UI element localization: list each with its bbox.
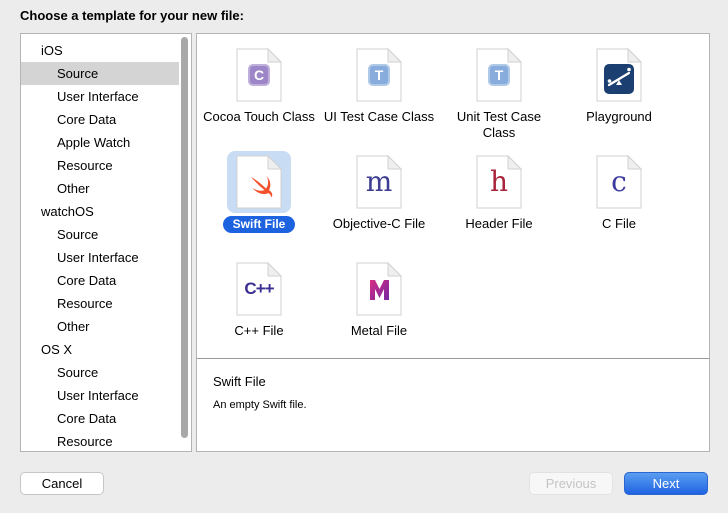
template-picker-panel: C Cocoa Touch Class T UI Test Case Class T Un… (196, 33, 710, 452)
sidebar-list: iOS Source User Interface Core Data Apple Wa… (21, 34, 191, 451)
sidebar-item-os-x-core-data[interactable]: Core Data (21, 407, 191, 430)
template-label: Playground (586, 109, 652, 124)
metal-file-icon (347, 258, 411, 320)
template-category-sidebar: iOS Source User Interface Core Data Apple Wa… (20, 33, 192, 452)
sidebar-item-watchos-source[interactable]: Source (21, 223, 191, 246)
playground-icon (587, 44, 651, 106)
sidebar-item-ios-source[interactable]: Source (21, 62, 179, 85)
sidebar-item-watchos-user-interface[interactable]: User Interface (21, 246, 191, 269)
sidebar-item-watchos-other[interactable]: Other (21, 315, 191, 338)
template-label: C++ File (234, 323, 284, 338)
ui-test-case-class-icon: T (347, 44, 411, 106)
sidebar-item-ios-core-data[interactable]: Core Data (21, 108, 191, 131)
description-body: An empty Swift file. (213, 399, 307, 411)
unit-test-case-class-icon: T (467, 44, 531, 106)
template-label: Swift File (222, 216, 296, 233)
sidebar-item-os-x-source[interactable]: Source (21, 361, 191, 384)
template-label: UI Test Case Class (323, 109, 435, 124)
template-unit-test-case-class[interactable]: T Unit Test Case Class (439, 38, 559, 145)
cancel-button[interactable]: Cancel (20, 472, 104, 495)
template-cpp-file[interactable]: C++ C++ File (199, 252, 319, 358)
sidebar-item-ios-apple-watch[interactable]: Apple Watch (21, 131, 191, 154)
sidebar-item-os-x-user-interface[interactable]: User Interface (21, 384, 191, 407)
next-button[interactable]: Next (624, 472, 708, 495)
new-file-template-dialog: Choose a template for your new file: iOS… (0, 0, 728, 513)
template-label: Cocoa Touch Class (203, 109, 315, 124)
template-label: C File (602, 216, 636, 231)
template-label: Unit Test Case Class (456, 109, 542, 140)
sidebar-item-os-x-resource[interactable]: Resource (21, 430, 191, 451)
objective-c-file-icon: m (347, 151, 411, 213)
template-objective-c-file[interactable]: m Objective-C File (319, 145, 439, 252)
template-description: Swift File An empty Swift file. (197, 358, 709, 451)
template-c-file[interactable]: c C File (559, 145, 679, 252)
template-metal-file[interactable]: Metal File (319, 252, 439, 358)
sidebar-item-watchos-resource[interactable]: Resource (21, 292, 191, 315)
template-ui-test-case-class[interactable]: T UI Test Case Class (319, 38, 439, 145)
template-header-file[interactable]: h Header File (439, 145, 559, 252)
cpp-file-icon: C++ (227, 258, 291, 320)
header-file-icon: h (467, 151, 531, 213)
sidebar-header-ios: iOS (41, 43, 63, 58)
template-label: Metal File (350, 323, 408, 338)
sidebar-header-os-x: OS X (41, 342, 73, 357)
template-swift-file[interactable]: Swift File (199, 145, 319, 252)
sidebar-item-ios-other[interactable]: Other (21, 177, 191, 200)
template-grid: C Cocoa Touch Class T UI Test Case Class T Un… (197, 34, 709, 358)
description-title: Swift File (213, 374, 266, 389)
sidebar-scrollbar-thumb[interactable] (181, 37, 188, 438)
template-cocoa-touch-class[interactable]: C Cocoa Touch Class (199, 38, 319, 145)
template-label: Header File (465, 216, 533, 231)
previous-button[interactable]: Previous (529, 472, 613, 495)
c-file-icon: c (587, 151, 651, 213)
sidebar-header-watchos: watchOS (41, 204, 94, 219)
template-label: Objective-C File (332, 216, 426, 231)
swift-file-icon (227, 151, 291, 213)
sidebar-scrollbar[interactable] (181, 36, 189, 449)
sidebar-item-watchos-core-data[interactable]: Core Data (21, 269, 191, 292)
cocoa-touch-class-icon: C (227, 44, 291, 106)
sidebar-item-ios-resource[interactable]: Resource (21, 154, 191, 177)
template-playground[interactable]: Playground (559, 38, 679, 145)
sidebar-item-ios-user-interface[interactable]: User Interface (21, 85, 191, 108)
dialog-title: Choose a template for your new file: (20, 8, 244, 23)
